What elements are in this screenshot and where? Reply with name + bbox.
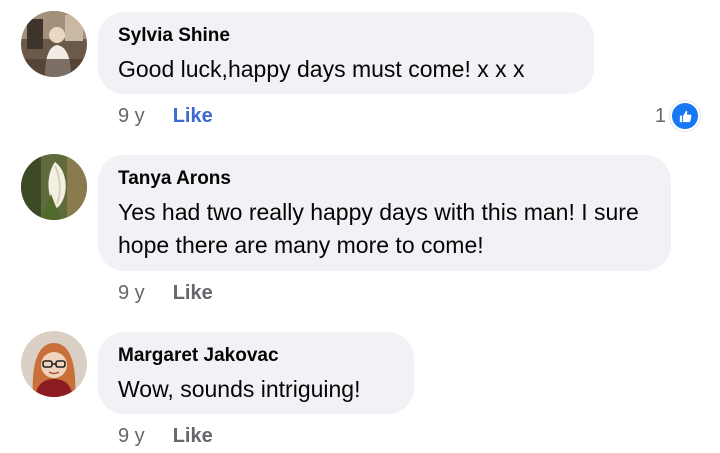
comment-timestamp[interactable]: 9 y: [118, 281, 145, 305]
comment-actions: 9 y Like: [118, 424, 213, 448]
avatar-photo: [21, 11, 87, 77]
comment-author[interactable]: Tanya Arons: [118, 168, 651, 190]
avatar-photo: [21, 154, 87, 220]
like-button[interactable]: Like: [173, 281, 213, 305]
avatar[interactable]: [21, 154, 87, 220]
comment-timestamp[interactable]: 9 y: [118, 104, 145, 128]
comment-actions: 9 y Like: [118, 104, 213, 128]
comment-bubble: Margaret Jakovac Wow, sounds intriguing!: [98, 332, 414, 414]
comment-text: Wow, sounds intriguing!: [118, 376, 361, 402]
reaction-count: 1: [654, 104, 666, 127]
comment-bubble: Tanya Arons Yes had two really happy day…: [98, 155, 671, 271]
like-button[interactable]: Like: [173, 104, 213, 128]
comment-timestamp[interactable]: 9 y: [118, 424, 145, 448]
avatar[interactable]: [21, 331, 87, 397]
comment-author[interactable]: Margaret Jakovac: [118, 345, 394, 367]
reaction-summary[interactable]: 1: [655, 101, 700, 131]
thumbs-up-icon: [670, 101, 700, 131]
avatar-photo: [21, 331, 87, 397]
avatar[interactable]: [21, 11, 87, 77]
comment-text: Yes had two really happy days with this …: [118, 199, 639, 258]
comment-author[interactable]: Sylvia Shine: [118, 25, 574, 47]
comment-bubble: Sylvia Shine Good luck,happy days must c…: [98, 12, 594, 94]
comment-actions: 9 y Like: [118, 281, 213, 305]
like-button[interactable]: Like: [173, 424, 213, 448]
comment-text: Good luck,happy days must come! x x x: [118, 56, 525, 82]
